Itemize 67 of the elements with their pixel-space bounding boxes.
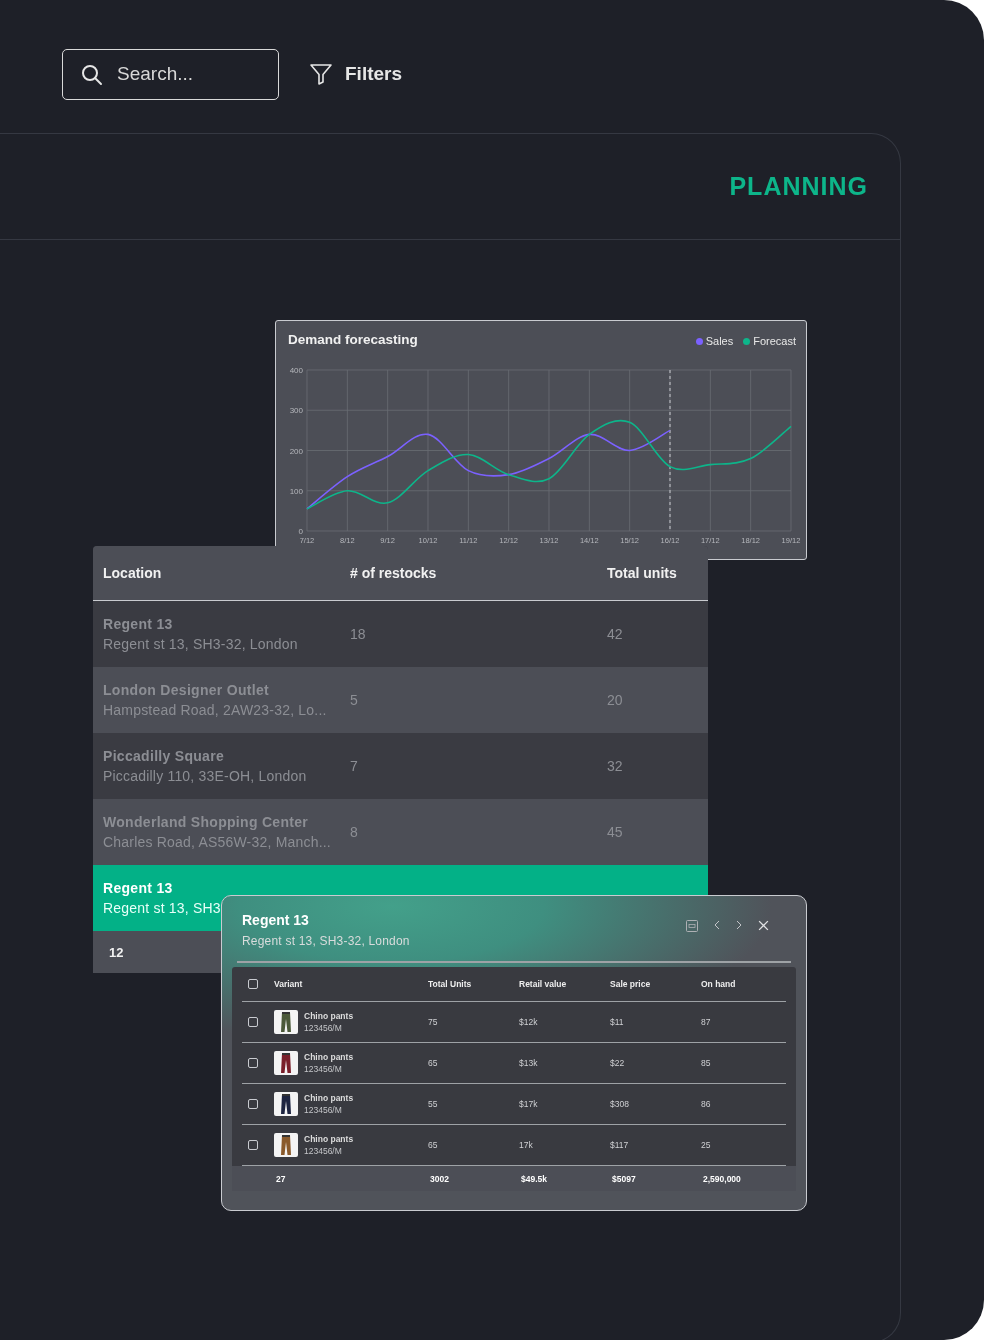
variant-sku: 123456/M [304,1023,343,1033]
total-cell-text: 27 [276,1173,287,1184]
table-cell-text: 18 [350,626,367,642]
column-header: Variant [274,979,304,989]
chart-title: Demand forecasting [288,332,418,347]
table-cell-text: 85 [701,1058,712,1068]
table-cell: 20 [607,692,623,708]
table-cell-text: 55 [428,1099,439,1109]
popup-title: Regent 13 [242,912,310,928]
table-cell-text: 8 [350,824,359,840]
table-cell-text: 86 [701,1099,712,1109]
y-tick-label: 300 [289,406,303,416]
table-cell: 32 [607,758,623,774]
table-cell-text: 87 [701,1017,712,1027]
location-address: Charles Road, AS56W-32, Manch... [103,834,332,850]
location-name: London Designer Outlet [103,682,271,698]
variant-name: Chino pants [304,1011,354,1021]
legend-item: Sales [695,335,734,347]
column-header: Total units [607,565,677,581]
total-cell: 12 [109,944,124,960]
popup-subtitle: Regent st 13, SH3-32, London [242,934,410,948]
variant-sku: 123456/M [304,1105,343,1115]
total-cell-text: 3002 [430,1173,450,1184]
variant-name: Chino pants [304,1093,354,1103]
location-address: Regent st 13, SH3 [103,900,222,916]
table-cell-text: $22 [610,1058,626,1068]
table-cell-text: $13k [519,1058,539,1068]
location-name: Wonderland Shopping Center [103,814,310,830]
table-cell: 42 [607,626,623,642]
location-address: Piccadilly 110, 33E-OH, London [103,768,308,784]
column-header: Total Units [428,979,473,989]
column-header: Sale price [610,979,652,989]
total-cell-text: 2,590,000 [703,1173,742,1184]
panel-title: PLANNING [729,172,868,201]
table-cell-text: $117 [610,1140,630,1150]
variant-sku: 123456/M [304,1064,343,1074]
table-cell: 45 [607,824,623,840]
table-cell-text: $12k [519,1017,539,1027]
y-tick-label: 400 [289,366,303,375]
table-cell-text: 65 [428,1058,439,1068]
total-cell-text: $5097 [612,1173,637,1184]
column-header: Location [103,565,163,581]
variant-name: Chino pants [304,1052,354,1062]
y-tick-label: 100 [289,486,303,496]
location-address: Regent st 13, SH3-32, London [103,636,299,652]
table-cell-text: 75 [428,1017,439,1027]
table-cell-text: 5 [350,692,359,708]
location-address: Hampstead Road, 2AW23-32, Lo... [103,702,328,718]
table-cell-text: 65 [428,1140,439,1150]
variant-sku: 123456/M [304,1146,343,1156]
table-cell-text: $11 [610,1017,625,1027]
variant-name: Chino pants [304,1134,354,1144]
column-header: Retail value [519,979,568,989]
column-header: On hand [701,979,737,989]
location-name: Regent 13 [103,880,174,896]
y-tick-label: 0 [298,527,303,536]
location-name: Piccadilly Square [103,748,226,764]
column-header: # of restocks [350,565,438,581]
table-cell-text: 7 [350,758,359,774]
location-name: Regent 13 [103,616,174,632]
total-cell-text: $49.5k [521,1173,548,1184]
table-cell-text: 25 [701,1140,712,1150]
table-cell-text: $17k [519,1099,539,1109]
legend-item: Forecast [743,335,796,347]
table-cell-text: 17k [519,1140,534,1150]
y-tick-label: 200 [289,446,303,456]
table-cell-text: $308 [610,1099,630,1109]
